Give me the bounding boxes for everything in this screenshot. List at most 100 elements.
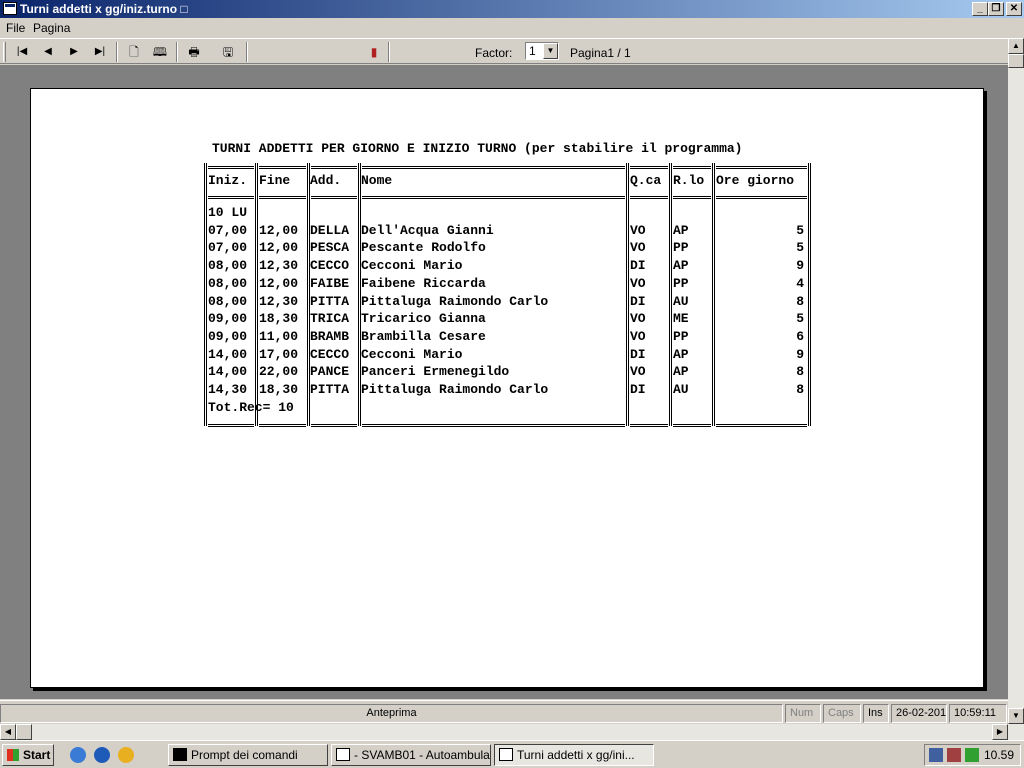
first-page-icon[interactable]: |◀ xyxy=(12,43,32,61)
column-header: Fine xyxy=(259,173,291,188)
ie-quicklaunch-icon[interactable] xyxy=(70,747,86,763)
table-cell: 4 xyxy=(796,275,804,291)
table-cell: VO xyxy=(630,240,646,256)
task-svamb01[interactable]: - SVAMB01 - Autoambula... xyxy=(331,744,491,766)
table-cell: DI xyxy=(630,258,646,274)
windows-logo-icon xyxy=(7,749,19,761)
two-pages-icon[interactable]: 🕮 xyxy=(150,43,170,61)
preview-area[interactable]: TURNI ADDETTI PER GIORNO E INIZIO TURNO … xyxy=(0,65,1008,699)
table-cell: 08,00 xyxy=(208,293,248,309)
table-cell: 12,30 xyxy=(259,258,299,274)
menu-bar: File Pagina xyxy=(0,18,1024,38)
network-tray-icon[interactable] xyxy=(929,748,943,762)
report-title: TURNI ADDETTI PER GIORNO E INIZIO TURNO … xyxy=(212,141,743,156)
toolbar-separator xyxy=(388,42,390,62)
table-cell: PITTA xyxy=(310,382,350,397)
table-cell: Pittaluga Raimondo Carlo xyxy=(361,293,549,309)
menu-pagina[interactable]: Pagina xyxy=(33,21,70,35)
column-header: Add. xyxy=(310,173,342,188)
table-cell: DI xyxy=(630,293,646,309)
report-page: TURNI ADDETTI PER GIORNO E INIZIO TURNO … xyxy=(30,88,984,688)
toolbar-grip[interactable] xyxy=(3,42,6,62)
factor-select[interactable]: 1 ▼ xyxy=(525,42,559,60)
tray-clock[interactable]: 10.59 xyxy=(984,748,1014,762)
table-rule xyxy=(630,166,668,169)
scroll-left-icon[interactable]: ◀ xyxy=(0,724,16,740)
table-cell: 14,00 xyxy=(208,364,248,380)
table-rule xyxy=(716,424,807,427)
single-page-icon[interactable]: 🗋 xyxy=(124,43,144,61)
task-label: Prompt dei comandi xyxy=(191,748,298,762)
total-records: Tot.Rec= 10 xyxy=(208,399,294,415)
table-cell: 18,30 xyxy=(259,382,299,397)
start-button[interactable]: Start xyxy=(2,744,54,766)
table-cell: PP xyxy=(673,328,689,344)
vertical-scrollbar[interactable]: ▲ ▼ xyxy=(1008,38,1024,724)
scroll-up-icon[interactable]: ▲ xyxy=(1008,38,1024,54)
hscroll-thumb[interactable] xyxy=(16,724,32,740)
export-icon[interactable]: 🖫 xyxy=(218,43,238,61)
table-cell: 12,00 xyxy=(259,275,299,291)
window-title: Turni addetti x gg/iniz.turno □ xyxy=(20,2,188,16)
media-quicklaunch-icon[interactable] xyxy=(118,747,134,763)
table-cell: 8 xyxy=(796,382,804,397)
previous-page-icon[interactable]: ◀ xyxy=(38,43,58,61)
browser-quicklaunch-icon[interactable] xyxy=(94,747,110,763)
update-tray-icon[interactable] xyxy=(965,748,979,762)
column-header: Nome xyxy=(361,173,393,188)
table-cell: 08,00 xyxy=(208,275,248,291)
scroll-right-icon[interactable]: ▶ xyxy=(992,724,1008,740)
factor-label: Factor: xyxy=(475,46,513,60)
table-rule xyxy=(630,424,668,427)
table-column-border xyxy=(255,163,258,426)
toolbar: |◀ ◀ ▶ ▶| 🗋 🕮 🖶 🖫 ▮ Factor: Pagina1 / 1 xyxy=(0,38,1008,64)
table-cell: PESCA xyxy=(310,240,350,256)
table-rule xyxy=(259,424,306,427)
table-rule xyxy=(716,166,807,169)
table-cell: Pescante Rodolfo xyxy=(361,240,486,256)
table-rule xyxy=(311,166,357,169)
status-caps: Caps xyxy=(823,704,861,723)
scroll-down-icon[interactable]: ▼ xyxy=(1008,708,1024,724)
table-cell: VO xyxy=(630,311,646,327)
window-icon[interactable] xyxy=(3,2,17,15)
horizontal-scrollbar[interactable]: ◀ ▶ xyxy=(0,724,1024,740)
last-page-icon[interactable]: ▶| xyxy=(90,43,110,61)
exit-door-icon[interactable]: ▮ xyxy=(364,43,384,61)
table-cell: PP xyxy=(673,275,689,291)
table-cell: AU xyxy=(673,382,689,397)
print-icon[interactable]: 🖶 xyxy=(184,43,204,61)
task-turni-addetti[interactable]: Turni addetti x gg/ini... xyxy=(494,744,654,766)
title-bar[interactable]: Turni addetti x gg/iniz.turno □ _ ❐ ✕ xyxy=(0,0,1024,18)
page-indicator: Pagina1 / 1 xyxy=(570,46,631,60)
status-ins: Ins xyxy=(863,704,889,723)
table-cell: 5 xyxy=(796,311,804,327)
table-cell: 11,00 xyxy=(259,328,299,344)
restore-button[interactable]: ❐ xyxy=(988,2,1004,16)
table-cell: 9 xyxy=(796,258,804,274)
close-button[interactable]: ✕ xyxy=(1006,2,1022,16)
security-tray-icon[interactable] xyxy=(947,748,961,762)
table-cell: VO xyxy=(630,222,646,238)
table-cell: Faibene Riccarda xyxy=(361,275,486,291)
scroll-thumb[interactable] xyxy=(1008,54,1024,68)
table-cell: PANCE xyxy=(310,364,350,380)
table-cell: Cecconi Mario xyxy=(361,346,463,362)
task-command-prompt[interactable]: Prompt dei comandi xyxy=(168,744,328,766)
table-cell: 09,00 xyxy=(208,328,248,344)
chevron-down-icon[interactable]: ▼ xyxy=(543,43,558,59)
table-column-border xyxy=(204,163,207,426)
table-rule xyxy=(362,424,625,427)
table-cell: 18,30 xyxy=(259,311,299,327)
next-page-icon[interactable]: ▶ xyxy=(64,43,84,61)
table-cell: AP xyxy=(673,258,689,274)
menu-file[interactable]: File xyxy=(6,21,25,35)
table-cell: 07,00 xyxy=(208,240,248,256)
status-num: Num xyxy=(785,704,821,723)
table-cell: CECCO xyxy=(310,258,350,274)
table-cell: Dell'Acqua Gianni xyxy=(361,222,494,238)
table-rule xyxy=(259,196,306,199)
table-cell: AU xyxy=(673,293,689,309)
minimize-button[interactable]: _ xyxy=(972,2,988,16)
table-column-border xyxy=(712,163,715,426)
